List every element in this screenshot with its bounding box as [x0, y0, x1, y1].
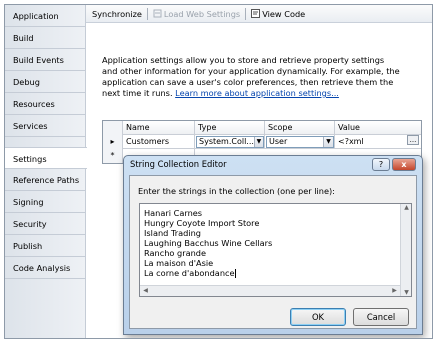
scope-value: User	[269, 137, 288, 146]
load-web-settings-label: Load Web Settings	[163, 8, 241, 19]
project-properties-window: Application Build Build Events Debug Res…	[4, 4, 433, 339]
text-caret	[234, 269, 236, 278]
tab-code-analysis[interactable]: Code Analysis	[5, 257, 85, 279]
tab-build[interactable]: Build	[5, 27, 85, 49]
vertical-scrollbar[interactable]: ▲ ▼	[400, 204, 411, 296]
tab-publish[interactable]: Publish	[5, 235, 85, 257]
list-item: Island Trading	[144, 228, 201, 238]
grid-header-row: Name Type Scope Value	[103, 121, 421, 135]
list-item: Rancho grande	[144, 248, 207, 258]
horizontal-scrollbar[interactable]: ◀ ▶	[140, 285, 400, 296]
settings-toolbar: Synchronize Load Web Settings View Code	[86, 5, 432, 23]
sidebar: Application Build Build Events Debug Res…	[5, 5, 87, 338]
dialog-title: String Collection Editor	[130, 159, 227, 169]
setting-type-cell[interactable]: System.Coll... ▼	[195, 135, 265, 149]
column-header-scope[interactable]: Scope	[265, 121, 335, 135]
scroll-down-icon[interactable]: ▼	[401, 289, 412, 296]
scroll-up-icon[interactable]: ▲	[401, 204, 412, 211]
list-item: La maison d'Asie	[144, 258, 214, 268]
view-code-icon	[251, 9, 261, 18]
tab-application[interactable]: Application	[5, 5, 85, 27]
column-header-value[interactable]: Value	[335, 121, 421, 135]
learn-more-link[interactable]: Learn more about application settings...	[175, 88, 339, 98]
tab-services[interactable]: Services	[5, 115, 85, 137]
chevron-down-icon[interactable]: ▼	[253, 137, 263, 147]
view-code-label: View Code	[262, 8, 306, 19]
view-code-button[interactable]: View Code	[251, 9, 305, 19]
row-header-corner	[103, 121, 123, 135]
row-selector-icon[interactable]: ▸	[103, 135, 123, 149]
chevron-down-icon[interactable]: ▼	[323, 137, 333, 147]
cancel-button[interactable]: Cancel	[353, 308, 409, 326]
toolbar-separator	[245, 7, 247, 20]
tab-security[interactable]: Security	[5, 213, 85, 235]
ellipsis-button[interactable]: ...	[407, 135, 419, 145]
table-row: ▸ Customers System.Coll... ▼ User ▼ <?xml …	[103, 135, 421, 149]
dialog-body: Enter the strings in the collection (one…	[129, 175, 417, 329]
list-item-last: La corne d'abondance	[144, 268, 236, 278]
ok-button[interactable]: OK	[290, 308, 346, 326]
setting-scope-cell[interactable]: User ▼	[265, 135, 335, 149]
strings-textarea[interactable]: Hanari Carnes Hungry Coyote Import Store…	[139, 203, 412, 297]
list-item: Hungry Coyote Import Store	[144, 218, 260, 228]
dialog-prompt: Enter the strings in the collection (one…	[138, 186, 335, 196]
synchronize-label: Synchronize	[92, 8, 142, 19]
synchronize-button[interactable]: Synchronize	[92, 9, 142, 19]
type-dropdown[interactable]: System.Coll... ▼	[196, 136, 264, 148]
load-web-settings-icon	[153, 9, 162, 18]
tab-signing[interactable]: Signing	[5, 191, 85, 213]
column-header-name[interactable]: Name	[123, 121, 195, 135]
tab-reference-paths[interactable]: Reference Paths	[5, 169, 85, 191]
close-button[interactable]: x	[392, 158, 416, 171]
setting-value-cell[interactable]: <?xml ...	[335, 135, 421, 149]
list-item: Hanari Carnes	[144, 208, 203, 218]
list-item: Laughing Bacchus Wine Cellars	[144, 238, 273, 248]
tab-settings[interactable]: Settings	[5, 147, 87, 169]
help-button[interactable]: ?	[372, 158, 390, 171]
scroll-right-icon[interactable]: ▶	[389, 287, 400, 294]
scroll-left-icon[interactable]: ◀	[140, 287, 151, 294]
type-value: System.Coll...	[199, 137, 254, 146]
settings-description: Application settings allow you to store …	[102, 55, 402, 99]
load-web-settings-button[interactable]: Load Web Settings	[153, 9, 240, 19]
setting-name-cell[interactable]: Customers	[123, 135, 195, 149]
tab-resources[interactable]: Resources	[5, 93, 85, 115]
column-header-type[interactable]: Type	[195, 121, 265, 135]
tab-build-events[interactable]: Build Events	[5, 49, 85, 71]
new-row-marker: *	[103, 149, 123, 163]
string-collection-editor-dialog: String Collection Editor ? x Enter the s…	[123, 155, 423, 335]
scope-dropdown[interactable]: User ▼	[266, 136, 334, 148]
last-line-text: La corne d'abondance	[144, 268, 235, 278]
tab-debug[interactable]: Debug	[5, 71, 85, 93]
value-text: <?xml	[338, 137, 364, 146]
toolbar-separator	[146, 7, 148, 20]
